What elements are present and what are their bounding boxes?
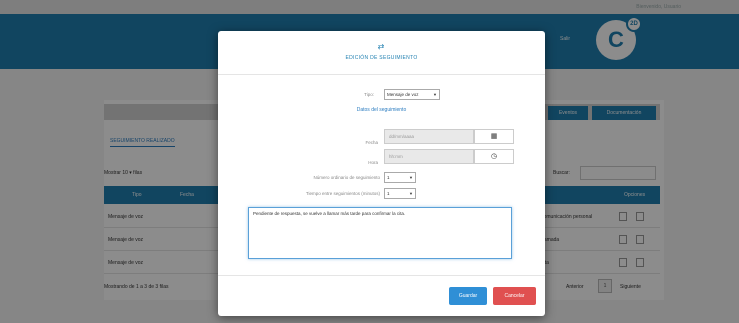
chevron-down-icon: ▼ bbox=[409, 191, 413, 196]
save-button[interactable]: Guardar bbox=[449, 287, 487, 305]
edit-followup-modal: ⇄ EDICIÓN DE SEGUIMIENTO Tipo: Mensaje d… bbox=[218, 31, 545, 316]
hora-input[interactable]: hh:mm bbox=[384, 149, 474, 164]
hora-label: Hora bbox=[368, 160, 378, 165]
modal-title: EDICIÓN DE SEGUIMIENTO bbox=[345, 55, 418, 61]
modal-footer: Guardar Cancelar bbox=[218, 275, 545, 316]
numero-seguimiento-select[interactable]: 1 ▼ bbox=[384, 172, 416, 183]
tipo-label: Tipo: bbox=[364, 92, 374, 97]
followup-data-heading: Datos del seguimiento bbox=[356, 107, 407, 113]
fecha-label: Fecha bbox=[365, 140, 378, 145]
tiempo-seguimiento-value: 1 bbox=[387, 191, 390, 196]
fecha-input[interactable]: dd/mm/aaaa bbox=[384, 129, 474, 144]
clock-icon[interactable]: ◷ bbox=[474, 149, 514, 164]
modal-header: ⇄ EDICIÓN DE SEGUIMIENTO bbox=[218, 31, 545, 75]
chevron-down-icon: ▼ bbox=[433, 92, 437, 97]
numero-seguimiento-label: Número ordinario de seguimiento bbox=[313, 175, 380, 180]
chevron-down-icon: ▼ bbox=[409, 175, 413, 180]
calendar-icon[interactable]: ▦ bbox=[474, 129, 514, 144]
tiempo-seguimiento-select[interactable]: 1 ▼ bbox=[384, 188, 416, 199]
tipo-select-value: Mensaje de voz bbox=[387, 92, 419, 97]
numero-seguimiento-value: 1 bbox=[387, 175, 390, 180]
tiempo-seguimiento-label: Tiempo entre seguimientos (minutos) bbox=[305, 191, 380, 196]
arrows-icon: ⇄ bbox=[377, 42, 385, 51]
comment-textarea[interactable]: Pendiente de respuesta, se vuelve a llam… bbox=[248, 207, 512, 259]
tipo-select[interactable]: Mensaje de voz ▼ bbox=[384, 89, 440, 100]
cancel-button[interactable]: Cancelar bbox=[493, 287, 536, 305]
